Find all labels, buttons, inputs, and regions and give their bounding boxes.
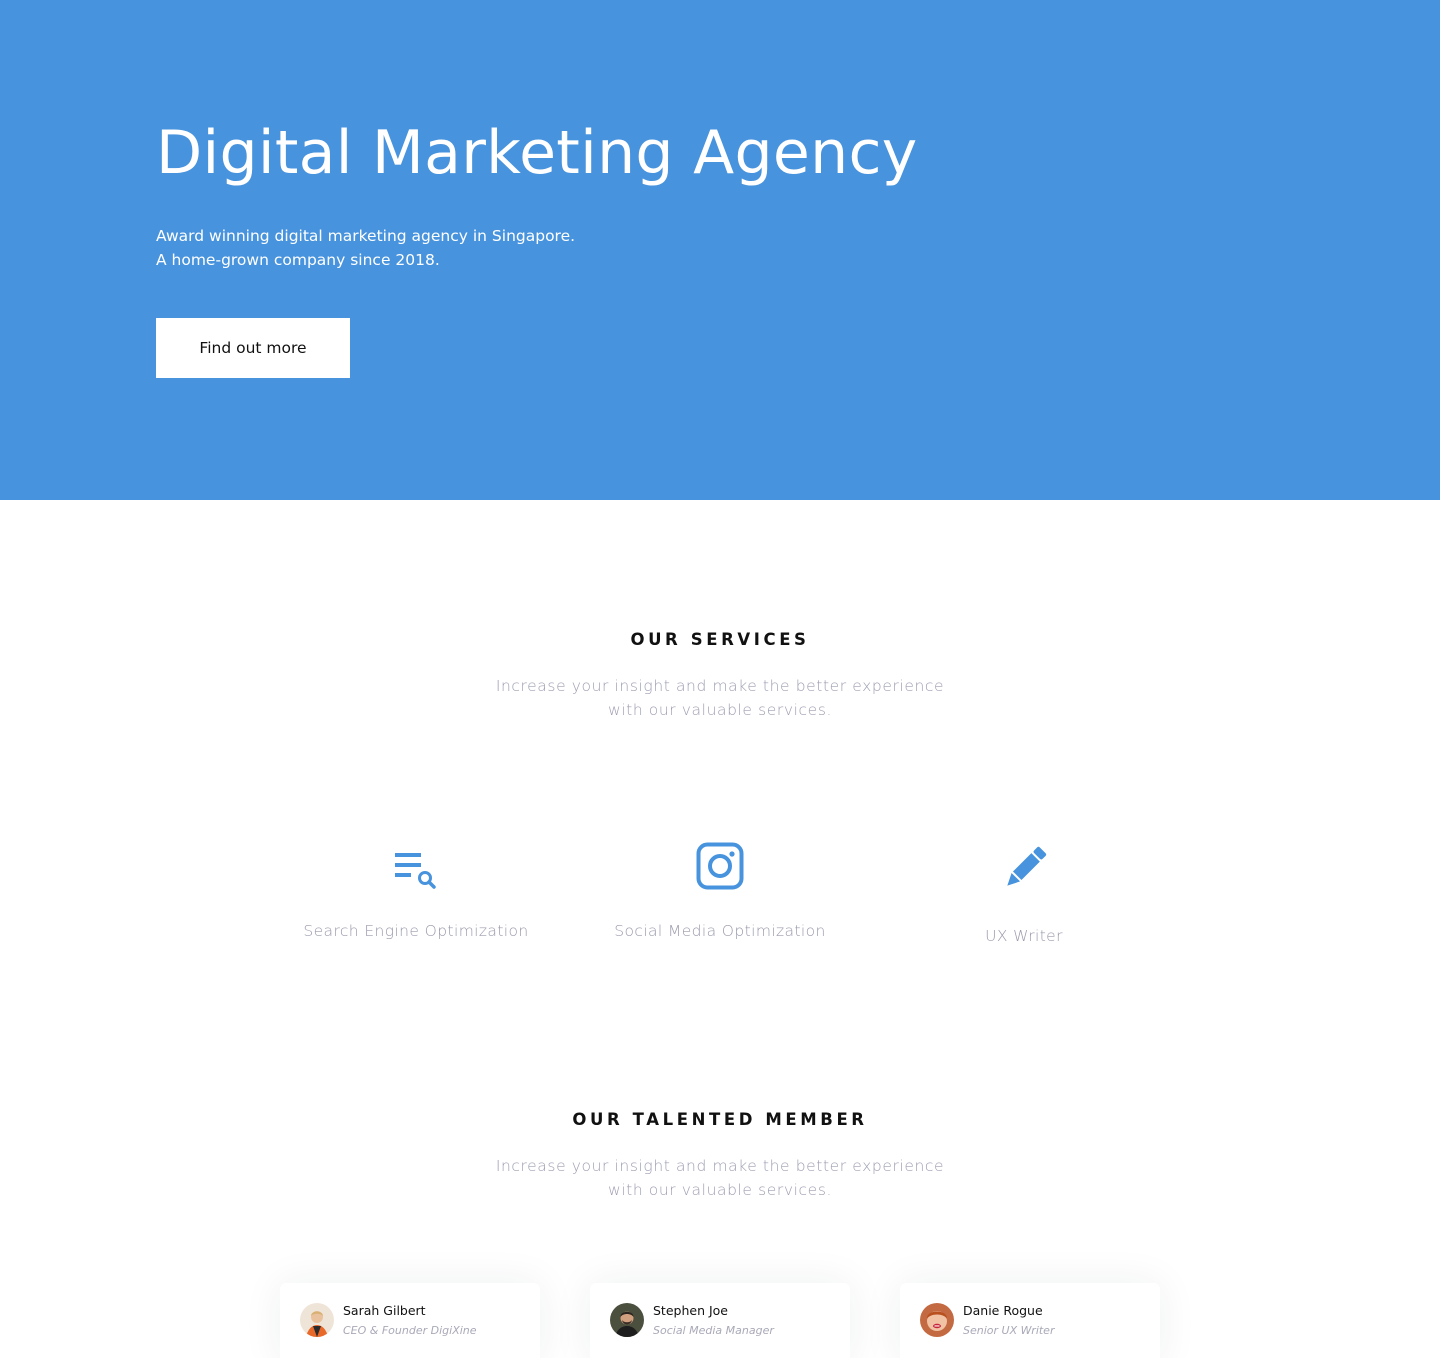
hero-section: Digital Marketing Agency Award winning d… [0,0,1440,500]
team-subtitle: Increase your insight and make the bette… [0,1154,1440,1202]
hero-subtitle: Award winning digital marketing agency i… [156,224,575,272]
services-subtitle-line-2: with our valuable services. [607,701,833,719]
search-list-icon [395,853,436,889]
hero-subtitle-line-2: A home-grown company since 2018. [156,251,440,269]
member-role: Social Media Manager [653,1324,774,1337]
services-subtitle: Increase your insight and make the bette… [0,674,1440,722]
member-role: Senior UX Writer [963,1324,1055,1337]
avatar [300,1303,334,1337]
find-out-more-button[interactable]: Find out more [156,318,350,378]
member-card[interactable]: Stephen Joe Social Media Manager [590,1283,850,1358]
team-subtitle-line-1: Increase your insight and make the bette… [495,1157,945,1175]
instagram-icon [696,842,744,890]
avatar [610,1303,644,1337]
team-heading: OUR TALENTED MEMBER [572,1110,868,1129]
team-subtitle-line-2: with our valuable services. [607,1181,833,1199]
hero-subtitle-line-1: Award winning digital marketing agency i… [156,227,576,245]
pencil-icon [1007,846,1047,886]
member-name: Sarah Gilbert [343,1303,426,1318]
member-card[interactable]: Sarah Gilbert CEO & Founder DigiXine [280,1283,540,1358]
member-card[interactable]: Danie Rogue Senior UX Writer [900,1283,1160,1358]
avatar [920,1303,954,1337]
service-social-media[interactable]: Social Media Optimization [570,840,870,950]
services-heading: OUR SERVICES [630,630,810,649]
member-name: Stephen Joe [653,1303,728,1318]
member-role: CEO & Founder DigiXine [343,1324,477,1337]
service-seo[interactable]: Search Engine Optimization [266,840,566,950]
hero-title: Digital Marketing Agency [156,118,918,188]
service-label-ux-writer: UX Writer [985,927,1063,945]
services-subtitle-line-1: Increase your insight and make the bette… [495,677,945,695]
service-label-seo: Search Engine Optimization [303,922,529,940]
member-name: Danie Rogue [963,1303,1043,1318]
service-ux-writer[interactable]: UX Writer [874,840,1174,950]
service-label-social-media: Social Media Optimization [614,922,826,940]
